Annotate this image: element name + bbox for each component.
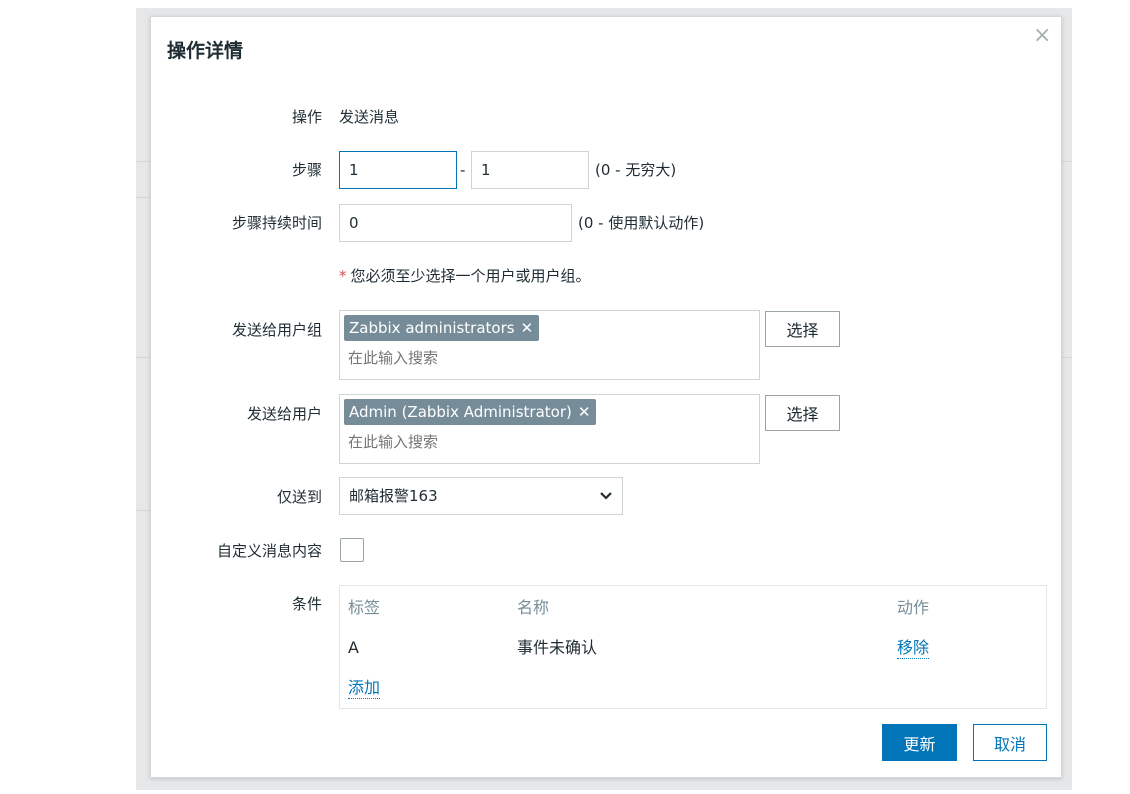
background-divider [136, 197, 150, 198]
steps-separator: - [460, 161, 466, 179]
column-header-name: 名称 [517, 598, 550, 617]
users-search-input[interactable] [348, 433, 648, 451]
user-groups-label: 发送给用户组 [231, 321, 322, 339]
user-group-tag: Zabbix administrators ✕ [344, 315, 540, 341]
custom-message-label: 自定义消息内容 [216, 542, 322, 560]
background-divider [136, 161, 150, 162]
condition-name: 事件未确认 [517, 638, 598, 657]
remove-tag-icon[interactable]: ✕ [578, 403, 591, 421]
send-only-to-select[interactable]: 邮箱报警163 [339, 477, 623, 515]
step-duration-input[interactable] [339, 204, 572, 242]
update-button[interactable]: 更新 [882, 724, 957, 761]
user-groups-search-input[interactable] [348, 349, 648, 367]
operation-details-dialog: 操作详情 × 操作 发送消息 步骤 - (0 - 无穷大) 步骤持续时间 (0 … [150, 16, 1062, 778]
user-tag: Admin (Zabbix Administrator) ✕ [344, 399, 597, 425]
users-label: 发送给用户 [246, 405, 322, 423]
user-tag-label: Admin (Zabbix Administrator) [349, 403, 572, 421]
step-duration-hint: (0 - 使用默认动作) [578, 214, 705, 232]
background-divider [1062, 161, 1072, 162]
select-user-groups-button[interactable]: 选择 [765, 311, 840, 347]
operation-label: 操作 [291, 108, 322, 126]
column-header-action: 动作 [897, 598, 930, 617]
close-icon[interactable]: × [1033, 25, 1051, 47]
background-divider [136, 357, 150, 358]
cancel-button[interactable]: 取消 [973, 724, 1047, 761]
background-divider [136, 510, 150, 511]
send-only-to-label: 仅送到 [276, 488, 322, 506]
chevron-down-icon [599, 478, 613, 514]
remove-condition-link[interactable]: 移除 [897, 638, 930, 659]
background-divider [1062, 357, 1072, 358]
user-groups-multiselect[interactable]: Zabbix administrators ✕ [339, 310, 760, 380]
step-duration-label: 步骤持续时间 [231, 214, 322, 232]
requirement-text: 您必须至少选择一个用户或用户组。 [350, 267, 591, 285]
step-to-input[interactable] [471, 151, 589, 189]
steps-label: 步骤 [291, 161, 322, 179]
dialog-title: 操作详情 [167, 40, 244, 62]
custom-message-checkbox[interactable] [340, 538, 364, 562]
operation-value: 发送消息 [339, 108, 400, 126]
column-header-tag: 标签 [348, 598, 381, 617]
required-asterisk: * [339, 267, 347, 285]
conditions-label: 条件 [291, 595, 322, 613]
step-from-input[interactable] [339, 151, 457, 189]
condition-tag: A [348, 638, 359, 657]
conditions-table: 标签 名称 动作 A 事件未确认 移除 添加 [339, 585, 1047, 709]
requirement-note: * 您必须至少选择一个用户或用户组。 [339, 266, 591, 286]
users-multiselect[interactable]: Admin (Zabbix Administrator) ✕ [339, 394, 760, 464]
user-group-tag-label: Zabbix administrators [349, 319, 515, 337]
remove-tag-icon[interactable]: ✕ [521, 319, 534, 337]
steps-hint: (0 - 无穷大) [595, 161, 677, 179]
add-condition-link[interactable]: 添加 [348, 678, 381, 699]
send-only-to-value: 邮箱报警163 [349, 487, 438, 505]
select-users-button[interactable]: 选择 [765, 395, 840, 431]
